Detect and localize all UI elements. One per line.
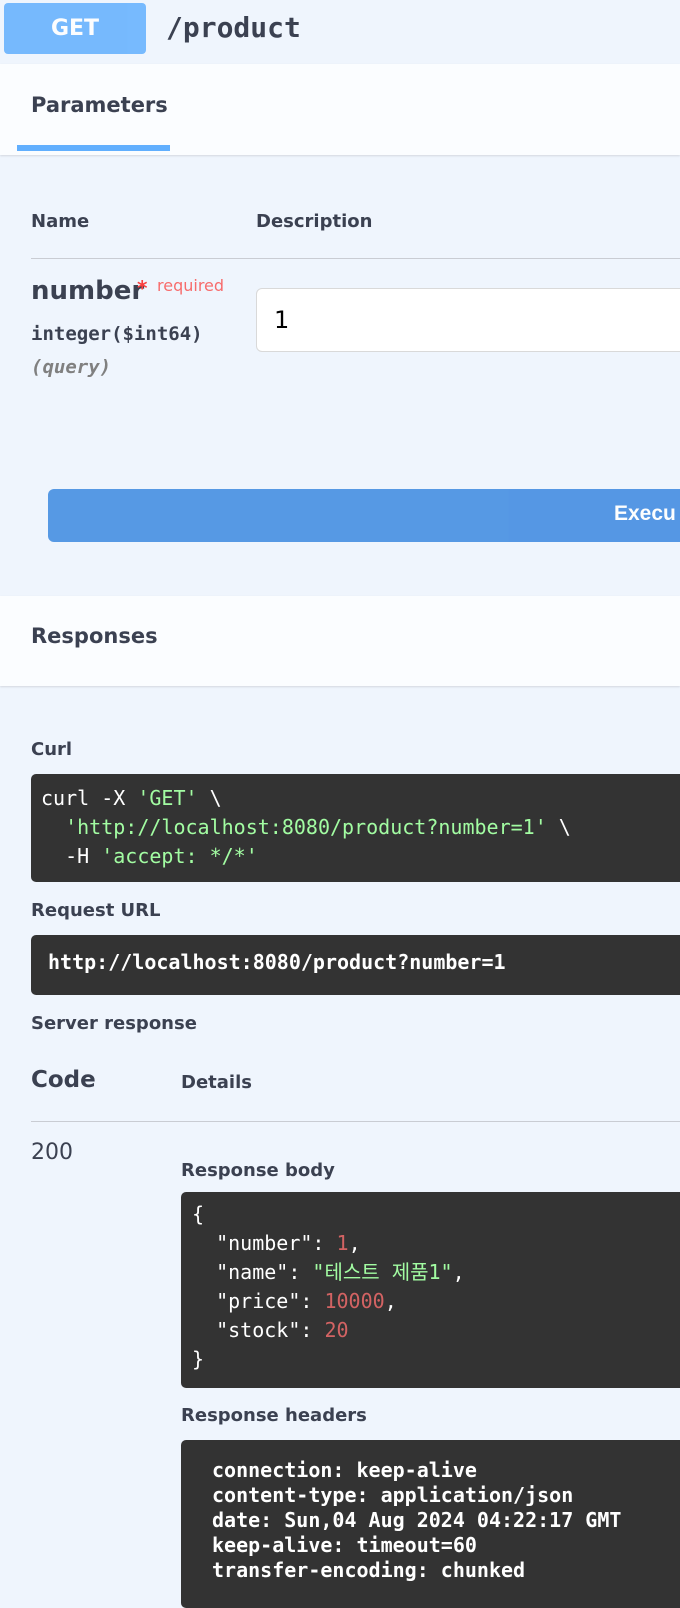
responses-title: Responses xyxy=(31,624,158,648)
endpoint-path: /product xyxy=(166,11,301,44)
parameter-location: (query) xyxy=(31,356,112,378)
execute-button-label: Execu xyxy=(614,502,676,525)
header-line: date: Sun,04 Aug 2024 04:22:17 GMT xyxy=(212,1508,622,1532)
column-header-code: Code xyxy=(31,1067,96,1093)
response-body-json: { "number": 1, "name": "테스트 제품1", "price… xyxy=(192,1202,465,1371)
parameter-type: integer($int64) xyxy=(31,323,203,345)
header-line: keep-alive: timeout=60 xyxy=(212,1533,477,1557)
execute-button[interactable]: Execu xyxy=(48,489,680,542)
tab-parameters[interactable]: Parameters xyxy=(31,93,168,117)
response-table-divider xyxy=(31,1121,680,1122)
header-line: connection: keep-alive xyxy=(212,1458,477,1482)
parameter-name: number xyxy=(31,276,145,306)
request-url: http://localhost:8080/product?number=1 xyxy=(48,950,506,974)
curl-label: Curl xyxy=(31,739,73,760)
server-response-label: Server response xyxy=(31,1013,197,1034)
response-headers-label: Response headers xyxy=(181,1405,367,1426)
column-header-description: Description xyxy=(256,211,373,232)
response-body-label: Response body xyxy=(181,1160,335,1181)
table-header-divider xyxy=(31,258,680,259)
method-badge: GET xyxy=(4,3,146,54)
request-url-label: Request URL xyxy=(31,900,161,921)
header-line: content-type: application/json xyxy=(212,1483,574,1507)
number-parameter-input[interactable] xyxy=(256,288,680,352)
curl-command: curl -X 'GET' \ 'http://localhost:8080/p… xyxy=(41,786,571,868)
response-headers: connection: keep-alive content-type: app… xyxy=(212,1458,621,1583)
active-tab-indicator xyxy=(17,145,170,151)
column-header-name: Name xyxy=(31,211,90,232)
status-code: 200 xyxy=(31,1140,73,1165)
required-label: required xyxy=(157,276,225,295)
column-header-details: Details xyxy=(181,1072,252,1093)
header-line: transfer-encoding: chunked xyxy=(212,1558,526,1582)
required-star: * xyxy=(137,276,148,300)
